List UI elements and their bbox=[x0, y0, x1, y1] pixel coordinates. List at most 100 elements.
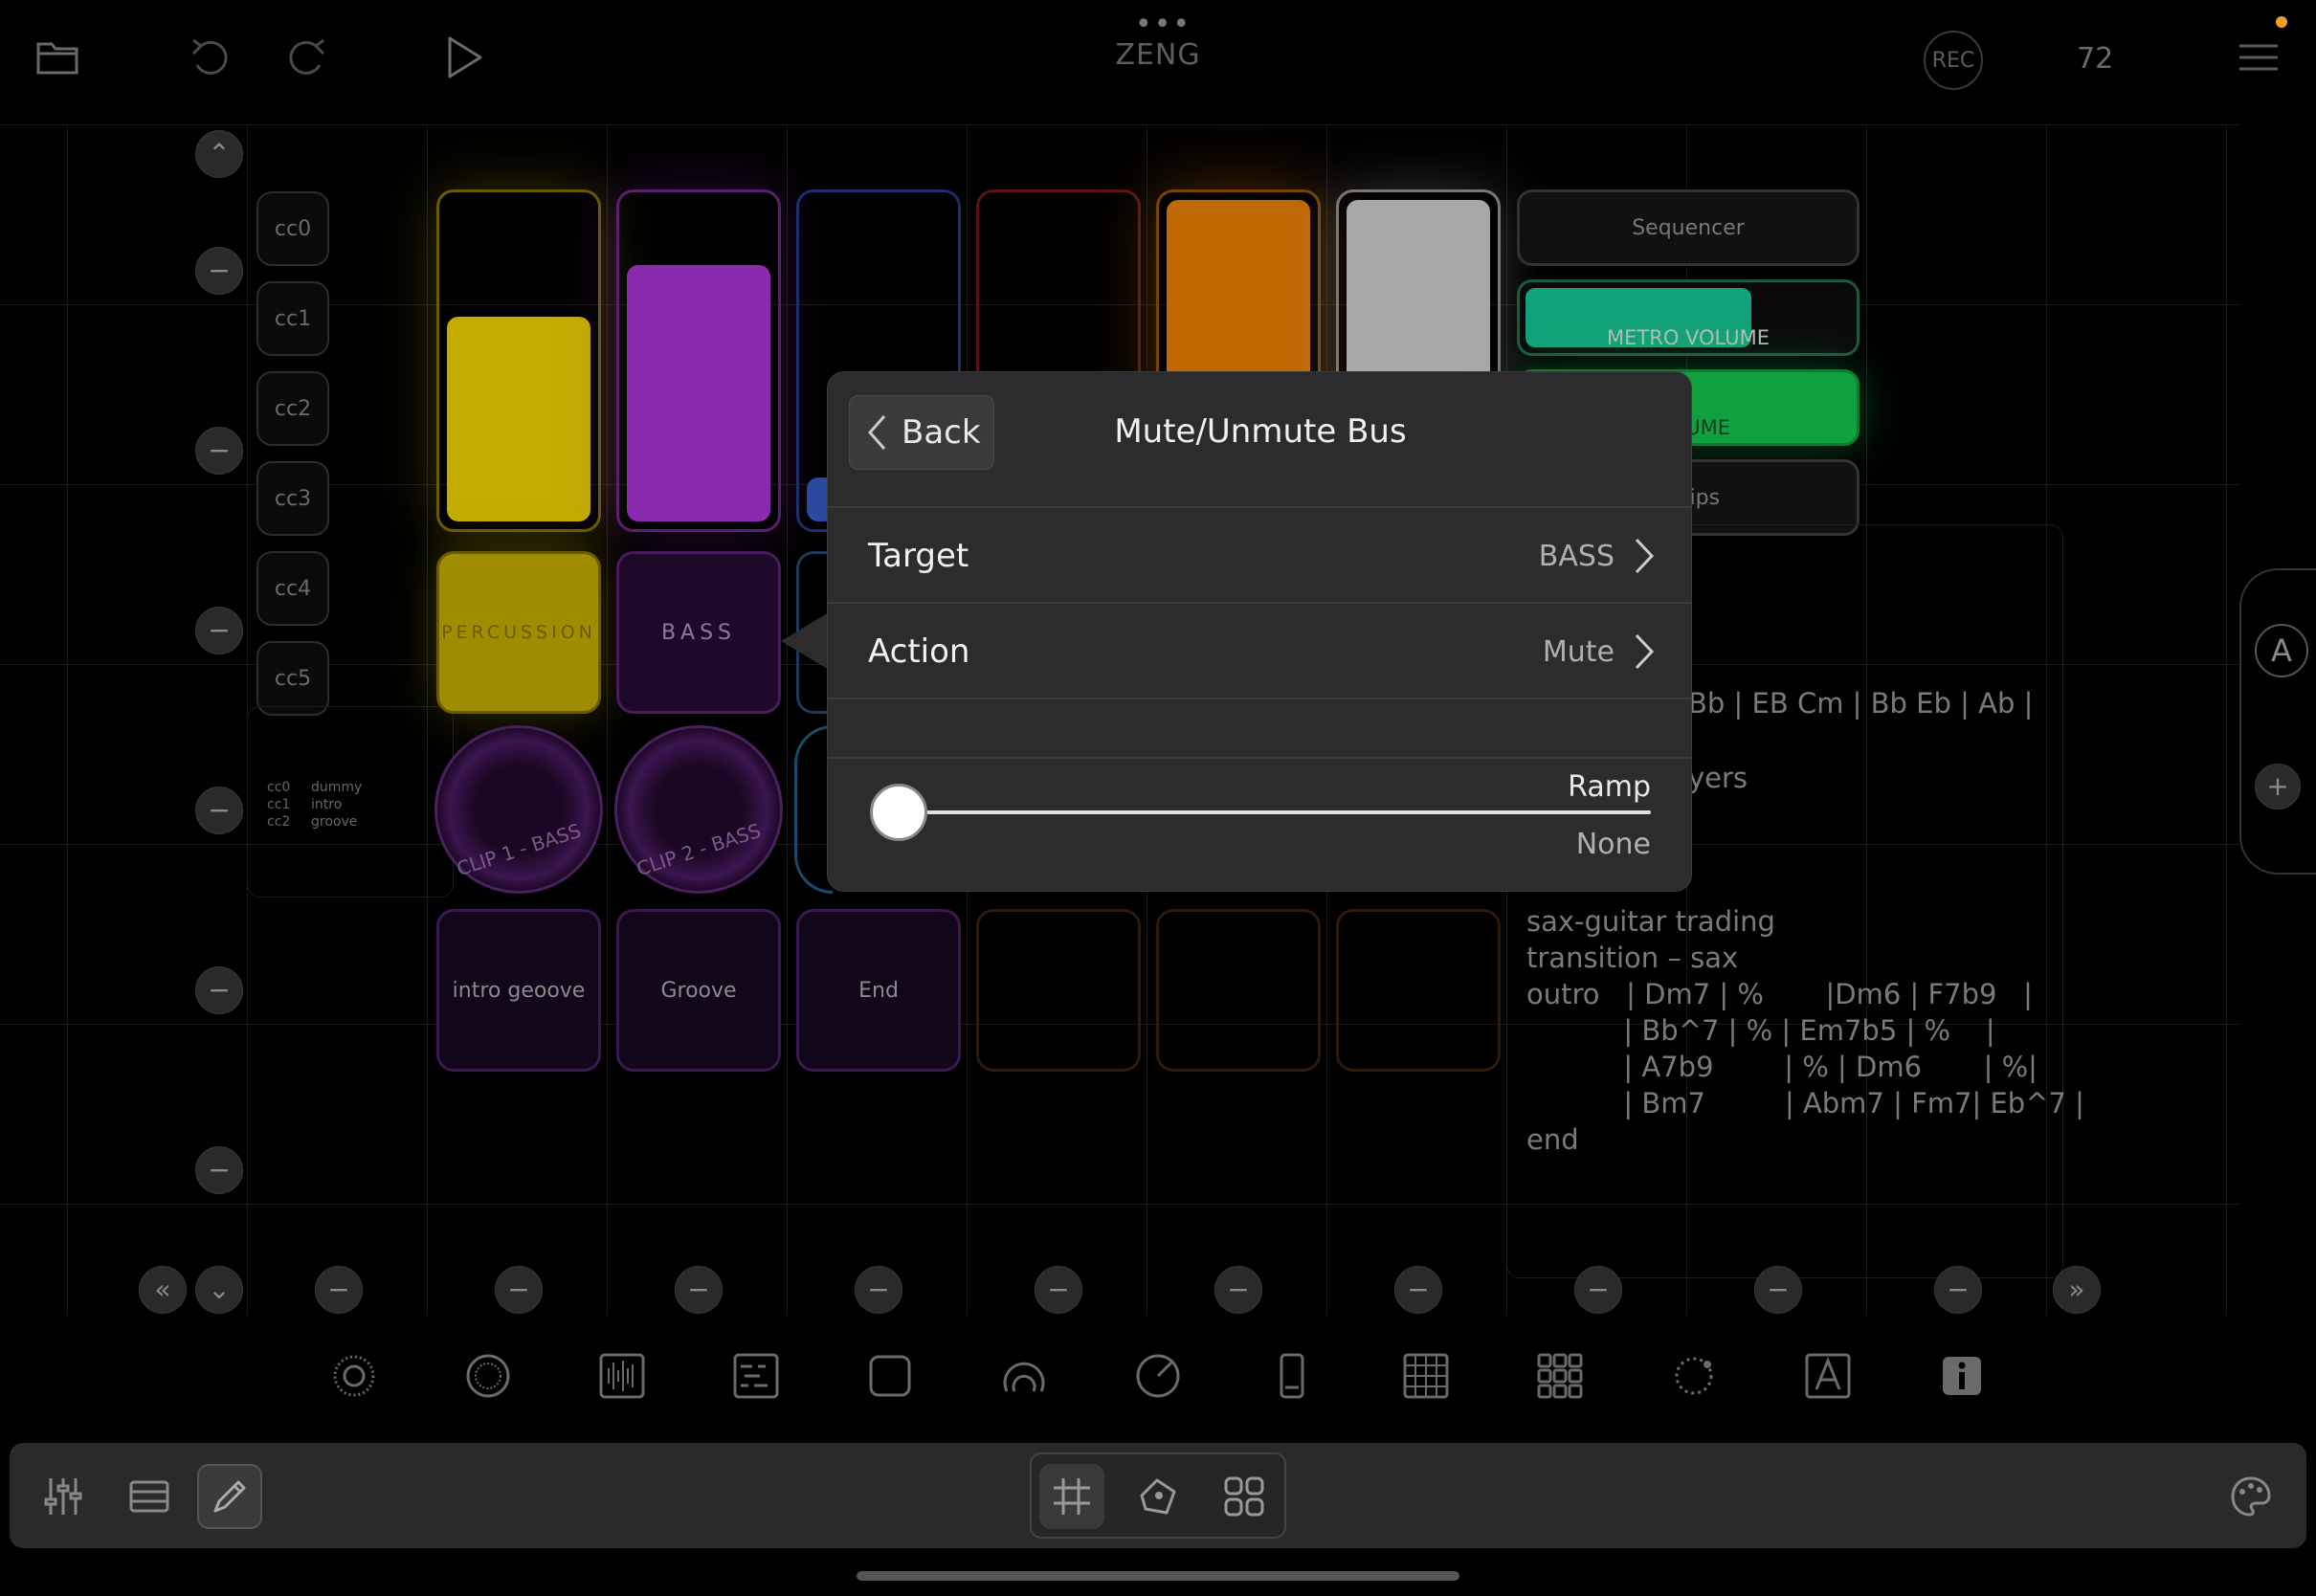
scroll-down-button[interactable]: ⌄ bbox=[195, 1266, 243, 1314]
tempo-value[interactable]: 72 bbox=[2077, 42, 2113, 76]
pad-grid-widget-icon[interactable] bbox=[1533, 1349, 1587, 1403]
play-icon[interactable] bbox=[434, 29, 492, 86]
column-minus-button[interactable]: − bbox=[495, 1266, 543, 1314]
note-line: | Bm7 | Abm7 | Fm7| Eb^7 | bbox=[1526, 1087, 2084, 1119]
note-line: sax-guitar trading bbox=[1526, 905, 1775, 938]
fader-fill bbox=[447, 317, 590, 521]
column-minus-button[interactable]: − bbox=[1754, 1266, 1802, 1314]
bus-pad-percussion[interactable]: PERCUSSION bbox=[436, 551, 601, 714]
pads-mode-icon[interactable] bbox=[1212, 1464, 1277, 1529]
chevron-left-icon bbox=[867, 415, 886, 450]
note-line: | A7b9 | % | Dm6 | %| bbox=[1526, 1051, 2038, 1083]
action-row[interactable]: Action Mute bbox=[828, 606, 1691, 699]
scene-pad-empty[interactable] bbox=[1336, 909, 1501, 1072]
sequencer-widget-icon[interactable] bbox=[729, 1349, 783, 1403]
arc-widget-icon[interactable] bbox=[997, 1349, 1051, 1403]
metro-volume-slider[interactable]: METRO VOLUME bbox=[1517, 279, 1859, 356]
cc-button[interactable]: cc4 bbox=[256, 551, 329, 626]
palette-icon[interactable] bbox=[2218, 1464, 2283, 1529]
ramp-slider-track[interactable] bbox=[897, 810, 1651, 814]
fader-bass[interactable] bbox=[616, 189, 781, 532]
edit-pencil-icon[interactable] bbox=[197, 1464, 262, 1529]
row-minus-button[interactable]: − bbox=[195, 607, 243, 654]
add-button[interactable]: + bbox=[2255, 764, 2301, 809]
waveform-widget-icon[interactable] bbox=[595, 1349, 649, 1403]
autopilot-icon[interactable]: A bbox=[2255, 624, 2308, 677]
scroll-left-button[interactable]: « bbox=[139, 1266, 187, 1314]
cc-button[interactable]: cc1 bbox=[256, 281, 329, 356]
folder-icon[interactable] bbox=[29, 29, 86, 86]
text-widget-icon[interactable] bbox=[1801, 1349, 1855, 1403]
fader-widget-icon[interactable] bbox=[1265, 1349, 1319, 1403]
chevron-right-icon bbox=[1635, 633, 1655, 670]
list-icon[interactable] bbox=[117, 1464, 182, 1529]
clip-widget-icon[interactable] bbox=[461, 1349, 515, 1403]
scroll-right-button[interactable]: » bbox=[2053, 1266, 2101, 1314]
cc-button[interactable]: cc0 bbox=[256, 191, 329, 266]
side-rail bbox=[2239, 568, 2316, 875]
clip-1-bass[interactable]: CLIP 1 - BASS bbox=[434, 725, 603, 894]
info-widget-icon[interactable] bbox=[1935, 1349, 1989, 1403]
note-line: outro | Dm7 | % |Dm6 | F7b9 | bbox=[1526, 978, 2033, 1010]
cc-legend: cc0 dummy cc1 intro cc2 groove bbox=[247, 706, 454, 898]
shape-mode-icon[interactable] bbox=[1125, 1464, 1191, 1529]
row-minus-button[interactable]: − bbox=[195, 247, 243, 295]
pad-widget-icon[interactable] bbox=[863, 1349, 917, 1403]
sequencer-button[interactable]: Sequencer bbox=[1517, 189, 1859, 266]
undo-icon[interactable] bbox=[182, 29, 239, 86]
chevron-right-icon bbox=[1635, 538, 1655, 574]
redo-icon[interactable] bbox=[278, 29, 335, 86]
record-button[interactable]: REC bbox=[1924, 31, 1983, 90]
more-dots-icon[interactable]: ••• bbox=[1135, 8, 1191, 41]
spacer-row bbox=[828, 701, 1691, 759]
row-minus-button[interactable]: − bbox=[195, 1146, 243, 1194]
column-minus-button[interactable]: − bbox=[1035, 1266, 1082, 1314]
column-minus-button[interactable]: − bbox=[1214, 1266, 1262, 1314]
cc-button[interactable]: cc5 bbox=[256, 641, 329, 716]
action-label: Action bbox=[868, 632, 970, 671]
mute-unmute-popover: Back Mute/Unmute Bus Target BASS Action … bbox=[827, 371, 1692, 892]
scene-pad-intro[interactable]: intro geoove bbox=[436, 909, 601, 1072]
knob-widget-icon[interactable] bbox=[327, 1349, 381, 1403]
row-minus-button[interactable]: − bbox=[195, 427, 243, 475]
ramp-value: None bbox=[1575, 828, 1651, 861]
clip-2-bass[interactable]: CLIP 2 - BASS bbox=[614, 725, 783, 894]
scene-pad-end[interactable]: End bbox=[796, 909, 961, 1072]
scene-pad-empty[interactable] bbox=[976, 909, 1141, 1072]
note-line: Bb | EB Cm | Bb Eb | Ab | bbox=[1688, 687, 2034, 720]
column-minus-button[interactable]: − bbox=[1574, 1266, 1622, 1314]
bus-pad-bass[interactable]: BASS bbox=[616, 551, 781, 714]
column-minus-button[interactable]: − bbox=[1394, 1266, 1442, 1314]
notification-dot bbox=[2276, 16, 2287, 28]
cc-button[interactable]: cc3 bbox=[256, 461, 329, 536]
column-minus-button[interactable]: − bbox=[315, 1266, 363, 1314]
ramp-slider-thumb[interactable] bbox=[870, 784, 927, 841]
ramp-label: Ramp bbox=[1568, 770, 1651, 804]
scroll-up-button[interactable]: ⌃ bbox=[195, 130, 243, 178]
popover-header: Back Mute/Unmute Bus bbox=[828, 372, 1691, 508]
grid-widget-icon[interactable] bbox=[1399, 1349, 1453, 1403]
dial-widget-icon[interactable] bbox=[1131, 1349, 1185, 1403]
scene-pad-empty[interactable] bbox=[1156, 909, 1321, 1072]
column-minus-button[interactable]: − bbox=[675, 1266, 723, 1314]
column-minus-button[interactable]: − bbox=[1934, 1266, 1982, 1314]
target-row[interactable]: Target BASS bbox=[828, 510, 1691, 604]
home-indicator bbox=[857, 1571, 1459, 1581]
scene-pad-groove[interactable]: Groove bbox=[616, 909, 781, 1072]
note-line: transition – sax bbox=[1526, 942, 1739, 974]
note-line: end bbox=[1526, 1123, 1579, 1156]
row-minus-button[interactable]: − bbox=[195, 787, 243, 834]
row-minus-button[interactable]: − bbox=[195, 966, 243, 1014]
grid-mode-icon[interactable] bbox=[1039, 1464, 1104, 1529]
cc-button[interactable]: cc2 bbox=[256, 371, 329, 446]
mixer-icon[interactable] bbox=[31, 1464, 96, 1529]
popover-title: Mute/Unmute Bus bbox=[1114, 412, 1407, 451]
fader-percussion[interactable] bbox=[436, 189, 601, 532]
action-value: Mute bbox=[1542, 634, 1615, 669]
column-minus-button[interactable]: − bbox=[855, 1266, 902, 1314]
note-line: yers bbox=[1688, 762, 1748, 794]
lfo-widget-icon[interactable] bbox=[1667, 1349, 1721, 1403]
target-value: BASS bbox=[1538, 539, 1615, 573]
back-button[interactable]: Back bbox=[849, 395, 994, 470]
menu-icon[interactable] bbox=[2230, 29, 2287, 86]
